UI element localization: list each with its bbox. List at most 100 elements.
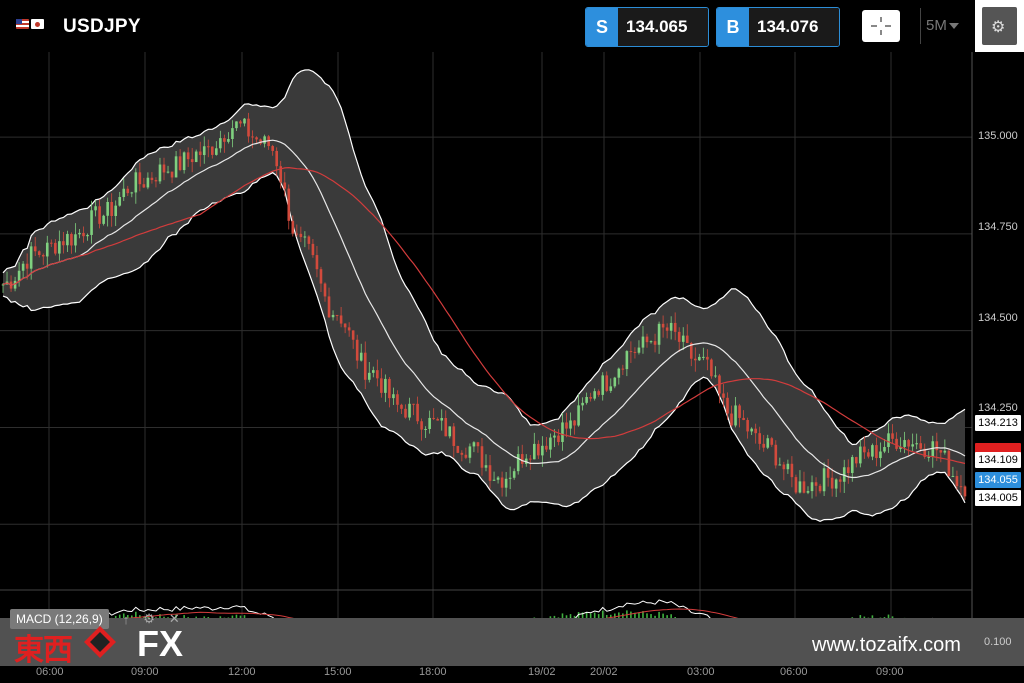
candle-body bbox=[114, 205, 117, 217]
candle-body bbox=[440, 418, 444, 421]
candle-body bbox=[782, 464, 786, 470]
candle-body bbox=[158, 164, 162, 182]
candle-body bbox=[790, 463, 794, 478]
candle-body bbox=[355, 339, 359, 361]
candle-body bbox=[251, 136, 254, 138]
japan-flag-icon bbox=[31, 19, 44, 29]
candle-body bbox=[838, 479, 842, 482]
candle-body bbox=[681, 335, 685, 342]
candle-body bbox=[879, 451, 882, 459]
candle-body bbox=[416, 403, 419, 422]
timeframe-label: 5M bbox=[926, 17, 947, 34]
candle-body bbox=[45, 242, 49, 257]
candle-body bbox=[677, 331, 681, 342]
candle-body bbox=[367, 372, 371, 380]
candle-body bbox=[327, 296, 331, 318]
candle-body bbox=[33, 246, 37, 252]
candle-body bbox=[605, 375, 609, 391]
candle-body bbox=[665, 327, 669, 331]
candle-body bbox=[66, 233, 69, 246]
candle-body bbox=[343, 323, 347, 328]
candle-body bbox=[62, 241, 65, 246]
candle-body bbox=[935, 441, 939, 451]
candle-body bbox=[448, 426, 452, 437]
candle-body bbox=[404, 408, 407, 418]
timeframe-dropdown[interactable]: 5M bbox=[926, 17, 959, 34]
candle-body bbox=[887, 433, 890, 448]
candle-body bbox=[392, 394, 395, 399]
price-chart[interactable] bbox=[0, 52, 1024, 618]
candle-body bbox=[54, 242, 57, 254]
candle-body bbox=[311, 243, 315, 256]
candle-body bbox=[90, 210, 93, 235]
candle-body bbox=[589, 396, 592, 399]
candle-body bbox=[601, 375, 605, 395]
candle-body bbox=[911, 444, 914, 447]
candle-body bbox=[299, 233, 303, 238]
candle-body bbox=[955, 476, 959, 487]
candle-body bbox=[118, 197, 122, 206]
x-axis-label: 15:00 bbox=[324, 666, 352, 678]
candle-body bbox=[468, 446, 472, 458]
macd-axis-label: 0.100 bbox=[984, 636, 1012, 648]
candle-body bbox=[657, 323, 661, 345]
x-axis-label: 03:00 bbox=[687, 666, 715, 678]
candle-body bbox=[347, 327, 351, 331]
sell-tag: S bbox=[586, 8, 618, 46]
candle-body bbox=[400, 404, 403, 409]
candle-body bbox=[903, 440, 906, 447]
brand-website: www.tozaifx.com bbox=[812, 634, 961, 656]
candle-body bbox=[939, 450, 943, 453]
candle-body bbox=[750, 428, 753, 432]
gear-icon: ⚙ bbox=[991, 19, 1006, 36]
y-axis-label: 134.500 bbox=[978, 312, 1018, 324]
candle-body bbox=[915, 443, 918, 445]
candle-body bbox=[476, 442, 480, 447]
candle-body bbox=[456, 445, 460, 453]
x-axis-label: 12:00 bbox=[228, 666, 256, 678]
candle-body bbox=[150, 177, 154, 181]
candle-body bbox=[384, 378, 387, 393]
up-arrow-icon[interactable]: ↑ bbox=[123, 612, 130, 627]
candle-body bbox=[211, 146, 214, 155]
candle-body bbox=[927, 456, 931, 458]
candle-body bbox=[480, 446, 484, 468]
candle-body bbox=[645, 336, 649, 343]
candle-body bbox=[331, 314, 335, 318]
candle-body bbox=[883, 447, 886, 452]
symbol-title[interactable]: USDJPY bbox=[63, 16, 141, 38]
candle-body bbox=[351, 330, 355, 340]
x-axis-label: 19/02 bbox=[528, 666, 556, 678]
candle-body bbox=[142, 184, 146, 188]
candle-body bbox=[102, 215, 105, 224]
buy-button[interactable]: B 134.076 bbox=[716, 7, 840, 47]
candle-body bbox=[565, 422, 568, 429]
candle-body bbox=[194, 151, 198, 163]
candle-body bbox=[178, 156, 182, 171]
candle-body bbox=[814, 482, 818, 486]
candle-body bbox=[287, 188, 291, 221]
crosshair-button[interactable] bbox=[862, 10, 900, 42]
candle-body bbox=[339, 315, 343, 324]
candle-body bbox=[698, 356, 701, 361]
candle-body bbox=[516, 454, 520, 472]
candle-body bbox=[134, 172, 138, 193]
us-flag-icon bbox=[16, 19, 29, 29]
candle-body bbox=[875, 445, 878, 459]
candle-body bbox=[472, 442, 476, 447]
candle-body bbox=[762, 443, 766, 448]
candle-body bbox=[609, 386, 613, 391]
candle-body bbox=[520, 454, 524, 464]
candle-body bbox=[223, 138, 226, 142]
candle-body bbox=[170, 171, 174, 178]
candle-body bbox=[669, 322, 673, 331]
sell-button[interactable]: S 134.065 bbox=[585, 7, 709, 47]
candle-body bbox=[436, 418, 439, 421]
candle-body bbox=[376, 370, 379, 379]
candle-body bbox=[255, 137, 258, 140]
candle-body bbox=[130, 192, 134, 194]
chart-settings-button[interactable]: ⚙ bbox=[975, 0, 1024, 52]
brand-fx: FX bbox=[137, 623, 184, 664]
candle-body bbox=[846, 467, 850, 474]
candle-body bbox=[553, 435, 556, 438]
